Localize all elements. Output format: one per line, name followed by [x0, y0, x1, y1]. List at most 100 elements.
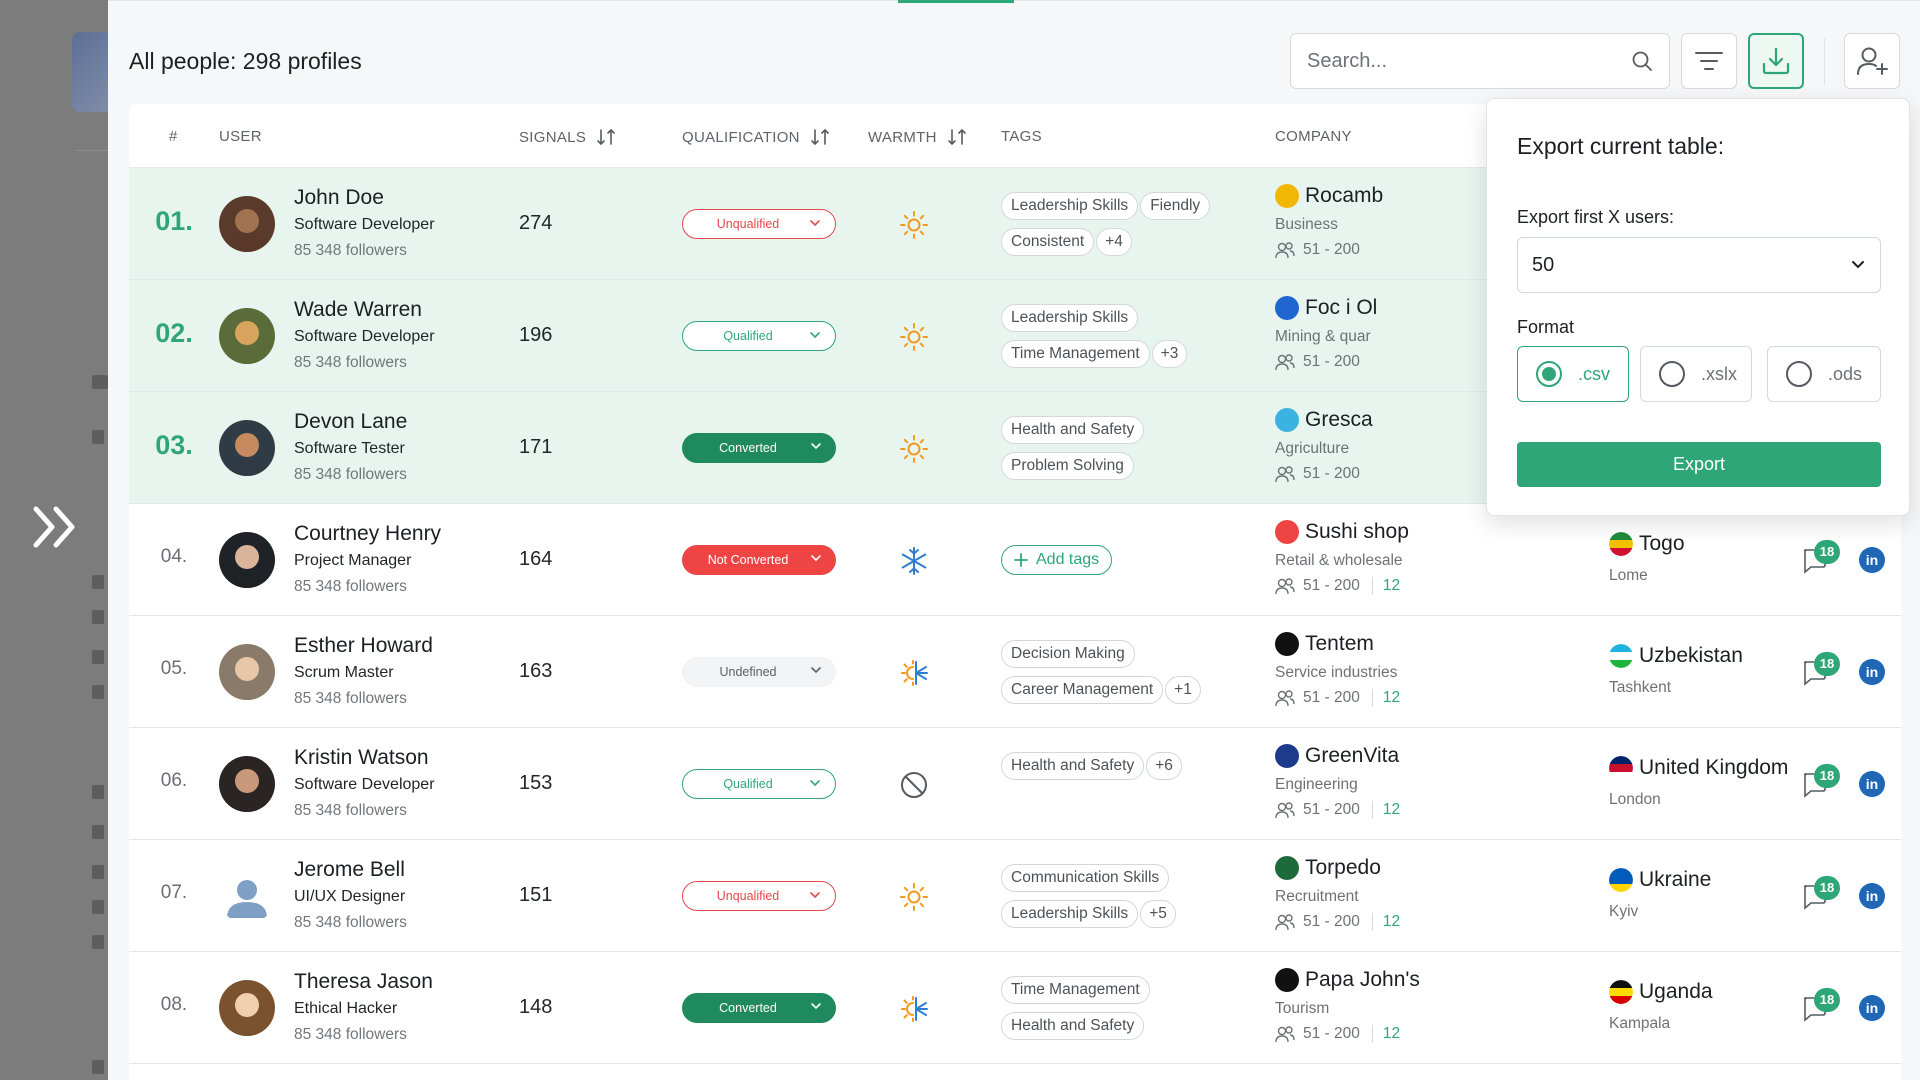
country-name: Uganda [1639, 980, 1713, 1003]
add-person-button[interactable] [1844, 33, 1900, 89]
table-row[interactable]: 07. Jerome Bell UI/UX Designer 85 348 fo… [129, 840, 1901, 952]
sidebar-ghost-icon [92, 430, 104, 444]
avatar[interactable] [219, 980, 275, 1036]
more-tags-badge[interactable]: +4 [1096, 228, 1132, 256]
tag-chip[interactable]: Decision Making [1001, 640, 1135, 668]
messages-button[interactable]: 18 [1801, 764, 1840, 800]
linkedin-icon[interactable]: in [1859, 995, 1885, 1021]
company-name[interactable]: Papa John's [1305, 968, 1420, 992]
qualification-dropdown[interactable]: Unqualified [682, 881, 836, 911]
search-input[interactable] [1307, 49, 1631, 73]
qualification-dropdown[interactable]: Converted [682, 993, 836, 1023]
company-name[interactable]: Foc i Ol [1305, 296, 1377, 320]
row-rank: 05. [160, 658, 188, 679]
table-row[interactable]: 06. Kristin Watson Software Developer 85… [129, 728, 1901, 840]
column-warmth[interactable]: WARMTH [868, 128, 967, 146]
qualification-dropdown[interactable]: Qualified [682, 769, 836, 799]
expand-sidebar-button[interactable] [30, 503, 82, 551]
linkedin-icon[interactable]: in [1859, 771, 1885, 797]
export-submit-button[interactable]: Export [1517, 442, 1881, 487]
add-user-icon [1857, 47, 1888, 75]
linkedin-icon[interactable]: in [1859, 659, 1885, 685]
qualification-dropdown[interactable]: Qualified [682, 321, 836, 351]
company-name[interactable]: Rocamb [1305, 184, 1383, 208]
user-name[interactable]: John Doe [294, 186, 384, 210]
more-tags-badge[interactable]: +3 [1151, 340, 1188, 368]
add-tags-button[interactable]: Add tags [1001, 545, 1113, 575]
user-name[interactable]: Theresa Jason [294, 970, 433, 994]
tag-chip[interactable]: Problem Solving [1001, 452, 1134, 480]
company-industry: Recruitment [1275, 888, 1359, 905]
tag-chip[interactable]: Time Management [1001, 340, 1150, 368]
search-box[interactable] [1290, 33, 1670, 89]
messages-button[interactable]: 18 [1801, 988, 1840, 1024]
user-name[interactable]: Devon Lane [294, 410, 407, 434]
user-role: Project Manager [294, 552, 412, 569]
tag-chip[interactable]: Fiendly [1140, 192, 1211, 220]
tag-chip[interactable]: Leadership Skills [1001, 900, 1139, 928]
export-count-select[interactable]: 50 [1517, 237, 1881, 293]
tag-chip[interactable]: Health and Safety [1001, 416, 1145, 444]
avatar[interactable] [219, 308, 275, 364]
format-option-xslx[interactable]: .xslx [1640, 346, 1752, 402]
avatar[interactable] [219, 532, 275, 588]
linkedin-icon[interactable]: in [1859, 547, 1885, 573]
company-name[interactable]: GreenVita [1305, 744, 1399, 768]
tag-chip[interactable]: Communication Skills [1001, 864, 1170, 892]
city-name: Lome [1609, 567, 1648, 584]
chevron-down-icon [1852, 261, 1864, 269]
company-name[interactable]: Tentem [1305, 632, 1374, 656]
tag-chip[interactable]: Health and Safety [1001, 1012, 1145, 1040]
top-border [108, 0, 1920, 1]
messages-button[interactable]: 18 [1801, 540, 1840, 576]
avatar[interactable] [219, 644, 275, 700]
column-qualification-label: QUALIFICATION [682, 128, 800, 146]
qualification-dropdown[interactable]: Unqualified [682, 209, 836, 239]
messages-button[interactable]: 18 [1801, 652, 1840, 688]
table-row[interactable]: 05. Esther Howard Scrum Master 85 348 fo… [129, 616, 1901, 728]
qualification-dropdown[interactable]: Undefined [682, 657, 836, 687]
user-name[interactable]: Courtney Henry [294, 522, 441, 546]
user-name[interactable]: Kristin Watson [294, 746, 429, 770]
qualification-dropdown[interactable]: Not Converted [682, 545, 836, 575]
avatar[interactable] [219, 756, 275, 812]
messages-button[interactable]: 18 [1801, 876, 1840, 912]
company-cell: Papa John's Tourism 51 - 200 12 [1275, 968, 1635, 1043]
column-signals[interactable]: SIGNALS [519, 128, 616, 146]
avatar[interactable] [219, 420, 275, 476]
more-tags-badge[interactable]: +1 [1165, 676, 1201, 704]
sort-icon [811, 128, 829, 146]
column-qualification[interactable]: QUALIFICATION [682, 128, 830, 146]
linkedin-icon[interactable]: in [1859, 883, 1885, 909]
company-name[interactable]: Torpedo [1305, 856, 1381, 880]
filter-button[interactable] [1681, 33, 1737, 89]
company-name[interactable]: Sushi shop [1305, 520, 1409, 544]
avatar[interactable] [219, 196, 275, 252]
user-name[interactable]: Wade Warren [294, 298, 422, 322]
user-followers: 85 348 followers [294, 242, 407, 259]
tag-chip[interactable]: Consistent [1001, 228, 1095, 256]
avatar[interactable] [219, 868, 275, 924]
more-tags-badge[interactable]: +5 [1140, 900, 1176, 928]
company-name[interactable]: Gresca [1305, 408, 1373, 432]
table-row[interactable]: 08. Theresa Jason Ethical Hacker 85 348 … [129, 952, 1901, 1064]
format-option-csv[interactable]: .csv [1517, 346, 1629, 402]
country-cell: Uganda Kampala [1609, 980, 1713, 1033]
company-count: 12 [1371, 689, 1400, 707]
format-option-ods[interactable]: .ods [1767, 346, 1881, 402]
export-button[interactable] [1748, 33, 1804, 89]
tag-chip[interactable]: Leadership Skills [1001, 304, 1139, 332]
user-name[interactable]: Jerome Bell [294, 858, 405, 882]
table-row[interactable]: 04. Courtney Henry Project Manager 85 34… [129, 504, 1901, 616]
chevron-down-icon [810, 780, 820, 787]
company-cell: GreenVita Engineering 51 - 200 12 [1275, 744, 1635, 819]
user-name[interactable]: Esther Howard [294, 634, 433, 658]
tag-chip[interactable]: Health and Safety [1001, 752, 1145, 780]
more-tags-badge[interactable]: +6 [1146, 752, 1182, 780]
company-size: 51 - 200 [1303, 913, 1360, 930]
tag-chip[interactable]: Career Management [1001, 676, 1164, 704]
qualification-dropdown[interactable]: Converted [682, 433, 836, 463]
tag-chip[interactable]: Leadership Skills [1001, 192, 1139, 220]
tag-chip[interactable]: Time Management [1001, 976, 1150, 1004]
sidebar-ghost-icon [92, 865, 104, 879]
